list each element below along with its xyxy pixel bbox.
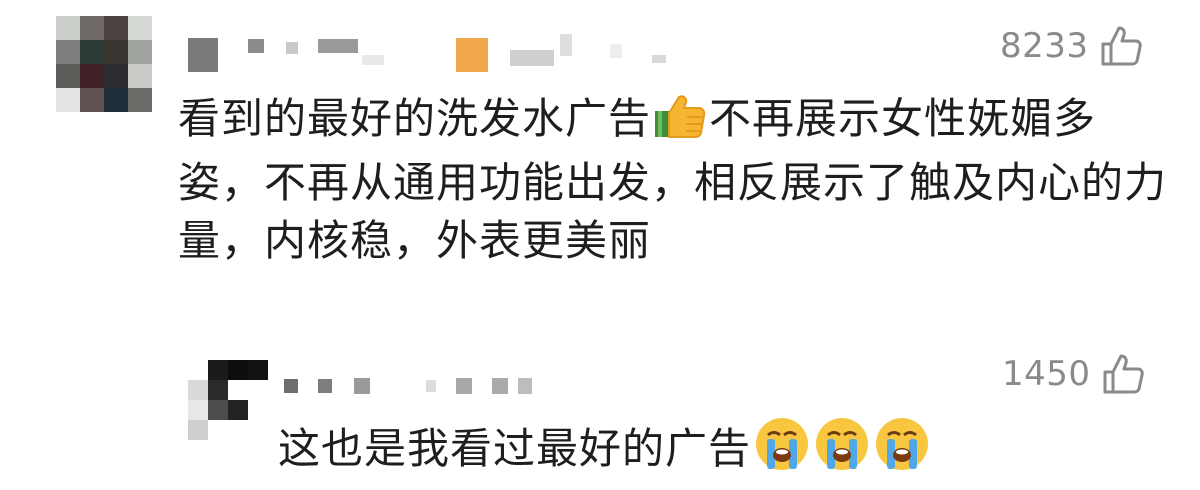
avatar[interactable] (56, 16, 152, 112)
avatar[interactable] (188, 360, 268, 440)
comment-text-part: 这也是我看过最好的广告 (278, 424, 752, 473)
comment-text-part: 看到的最好的洗发水广告 (178, 94, 652, 143)
like-count: 8233 (1000, 26, 1089, 66)
thumbs-up-emoji-icon (653, 93, 707, 154)
comment-text: 这也是我看过最好的广告 (278, 415, 1158, 488)
like-count: 1450 (1002, 354, 1091, 394)
username-blurred[interactable] (188, 34, 666, 72)
like-button[interactable]: 8233 (1000, 24, 1143, 68)
comment-text: 看到的最好的洗发水广告 不再展示女性妩媚多姿，不再从通用功能出发，相反展示了触及内… (178, 90, 1168, 270)
crying-face-emoji-icon (753, 415, 811, 488)
thumbs-up-outline-icon (1103, 354, 1144, 394)
username-blurred[interactable] (284, 378, 532, 394)
like-button[interactable]: 1450 (1002, 352, 1145, 396)
thumbs-up-outline-icon (1101, 26, 1142, 66)
crying-face-emoji-icon (813, 415, 871, 488)
crying-face-emoji-icon (873, 415, 931, 488)
